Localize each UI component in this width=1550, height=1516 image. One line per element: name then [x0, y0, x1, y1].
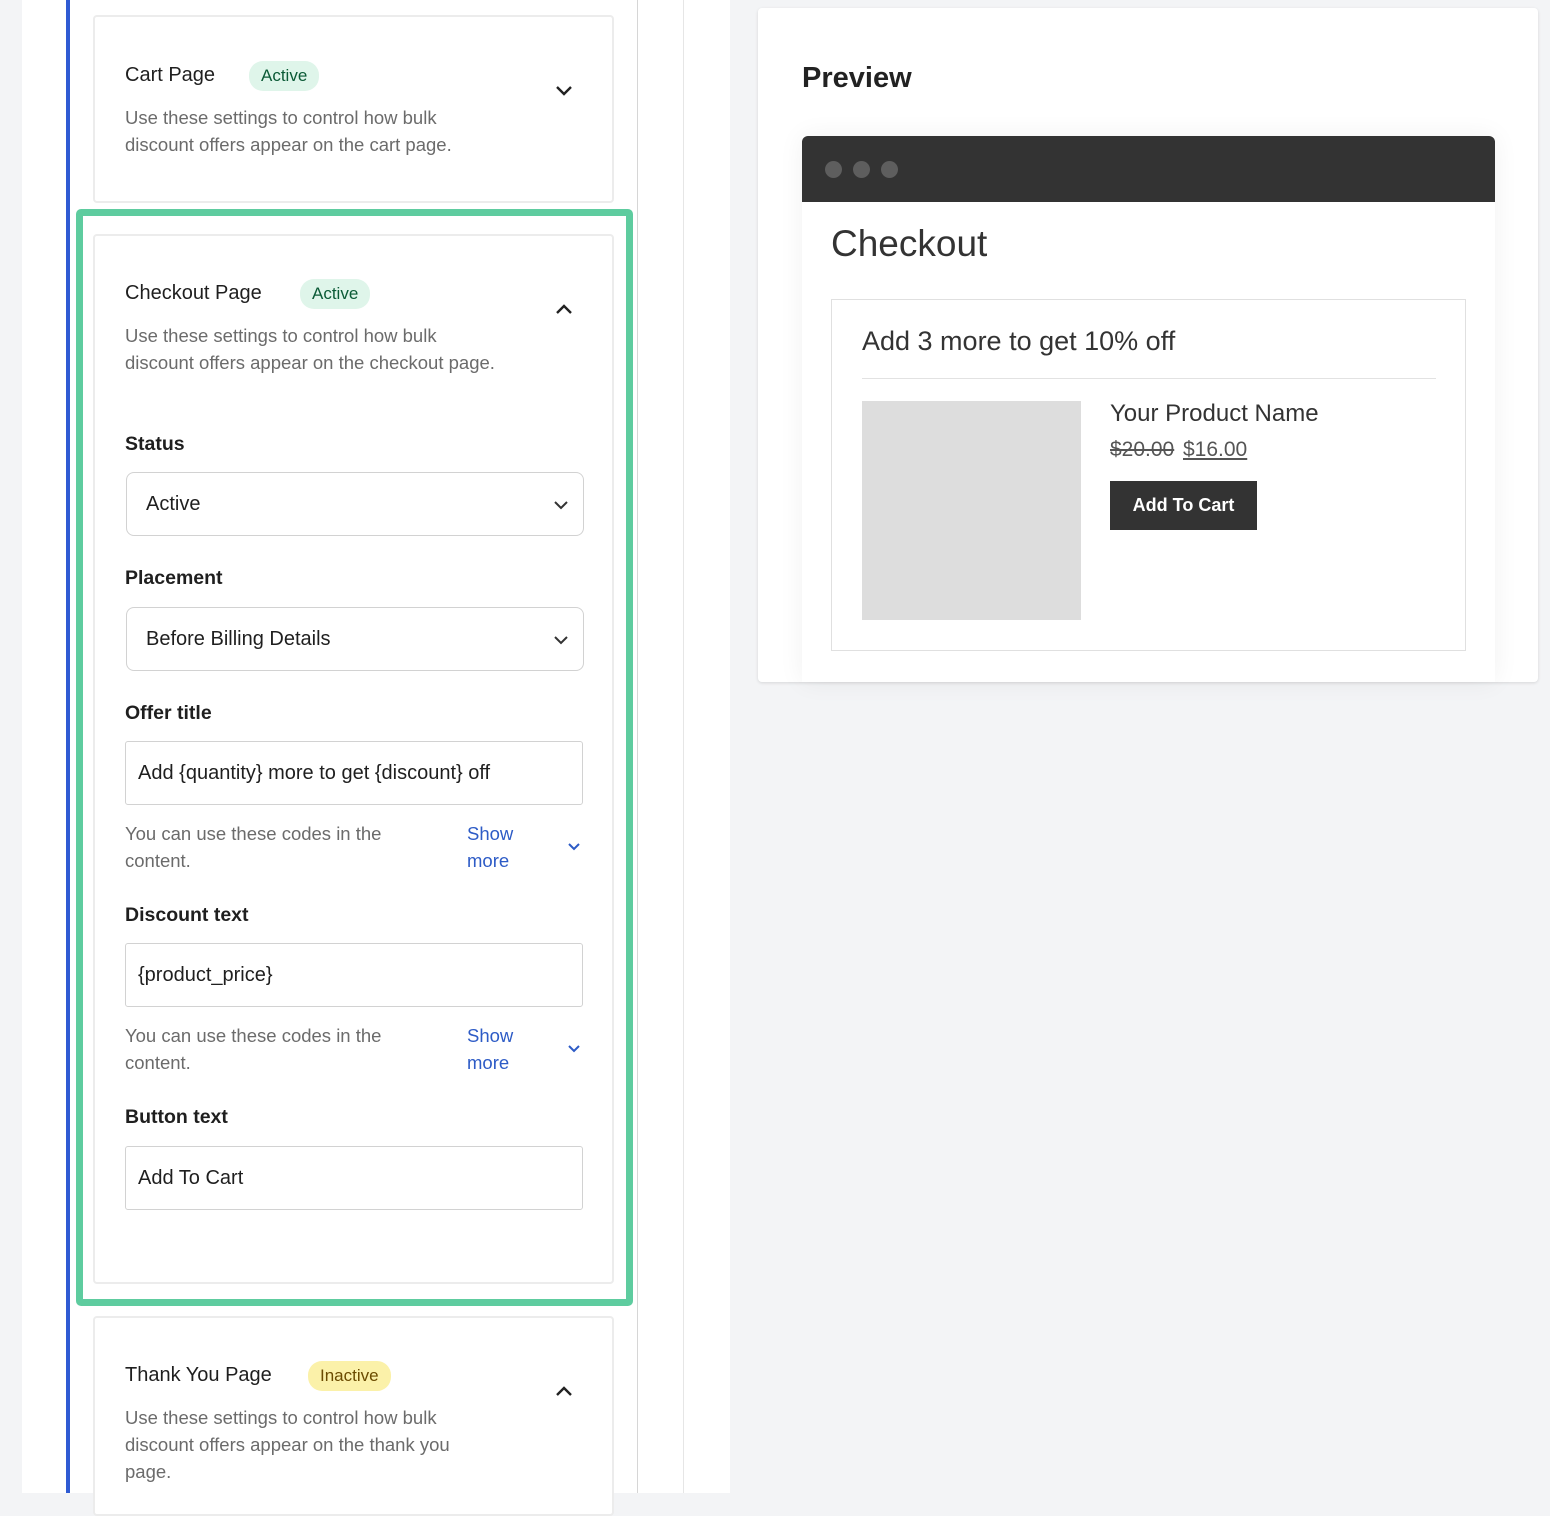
status-select-value: Active: [146, 493, 201, 515]
offer-title-value: Add {quantity} more to get {discount} of…: [138, 762, 491, 784]
chevron-down-icon[interactable]: [566, 841, 586, 855]
status-label: Status: [125, 433, 185, 455]
cart-page-description: Use these settings to control how bulk d…: [125, 107, 452, 155]
preview-title: Preview: [802, 62, 912, 94]
window-dot-icon: [881, 161, 898, 178]
discount-text-value: {product_price}: [138, 964, 273, 986]
preview-price-new: $16.00: [1183, 438, 1248, 461]
cart-status-badge: Active: [249, 61, 320, 91]
preview-add-to-cart-button[interactable]: Add To Cart: [1110, 481, 1257, 530]
window-dot-icon: [853, 161, 870, 178]
product-image-placeholder: [862, 401, 1081, 620]
offer-title-label: Offer title: [125, 702, 212, 724]
chevron-down-icon[interactable]: [554, 83, 574, 97]
left-gutter: [0, 0, 23, 1493]
button-text-value: Add To Cart: [138, 1167, 244, 1189]
preview-product-name: Your Product Name: [1110, 400, 1319, 427]
panel-divider: [637, 0, 638, 1493]
placement-select-value: Before Billing Details: [146, 628, 331, 650]
placement-select[interactable]: Before Billing Details: [126, 607, 584, 671]
preview-price-old: $20.00: [1110, 438, 1175, 461]
cart-page-title: Cart Page: [125, 64, 216, 86]
button-text-input[interactable]: Add To Cart: [125, 1146, 583, 1210]
preview-page-heading: Checkout: [831, 223, 988, 264]
checkout-page-title: Checkout Page: [125, 282, 262, 304]
preview-offer-title: Add 3 more to get 10% off: [862, 326, 1176, 356]
window-dot-icon: [825, 161, 842, 178]
discount-text-show-more-link[interactable]: Show more: [467, 1022, 527, 1076]
chevron-down-icon: [551, 633, 571, 647]
discount-text-label: Discount text: [125, 904, 249, 926]
thank-you-page-title: Thank You Page: [125, 1364, 272, 1386]
button-text-label: Button text: [125, 1106, 228, 1128]
discount-text-help: You can use these codes in the content.: [125, 1025, 382, 1073]
offer-title-help: You can use these codes in the content.: [125, 823, 382, 871]
status-select[interactable]: Active: [126, 472, 584, 536]
panel-divider: [683, 0, 684, 1493]
placement-label: Placement: [125, 567, 223, 589]
discount-text-input[interactable]: {product_price}: [125, 943, 583, 1007]
offer-title-show-more-link[interactable]: Show more: [467, 820, 527, 874]
checkout-page-description: Use these settings to control how bulk d…: [125, 325, 495, 373]
chevron-down-icon[interactable]: [566, 1043, 586, 1057]
chevron-up-icon[interactable]: [554, 302, 574, 316]
chevron-up-icon[interactable]: [554, 1384, 574, 1398]
thank-you-page-description: Use these settings to control how bulk d…: [125, 1407, 450, 1482]
thank-you-status-badge: Inactive: [308, 1361, 391, 1391]
checkout-status-badge: Active: [300, 279, 371, 309]
browser-title-bar: [802, 136, 1495, 202]
divider: [862, 378, 1436, 379]
offer-title-input[interactable]: Add {quantity} more to get {discount} of…: [125, 741, 583, 805]
chevron-down-icon: [551, 498, 571, 512]
accent-rule: [66, 0, 70, 1493]
